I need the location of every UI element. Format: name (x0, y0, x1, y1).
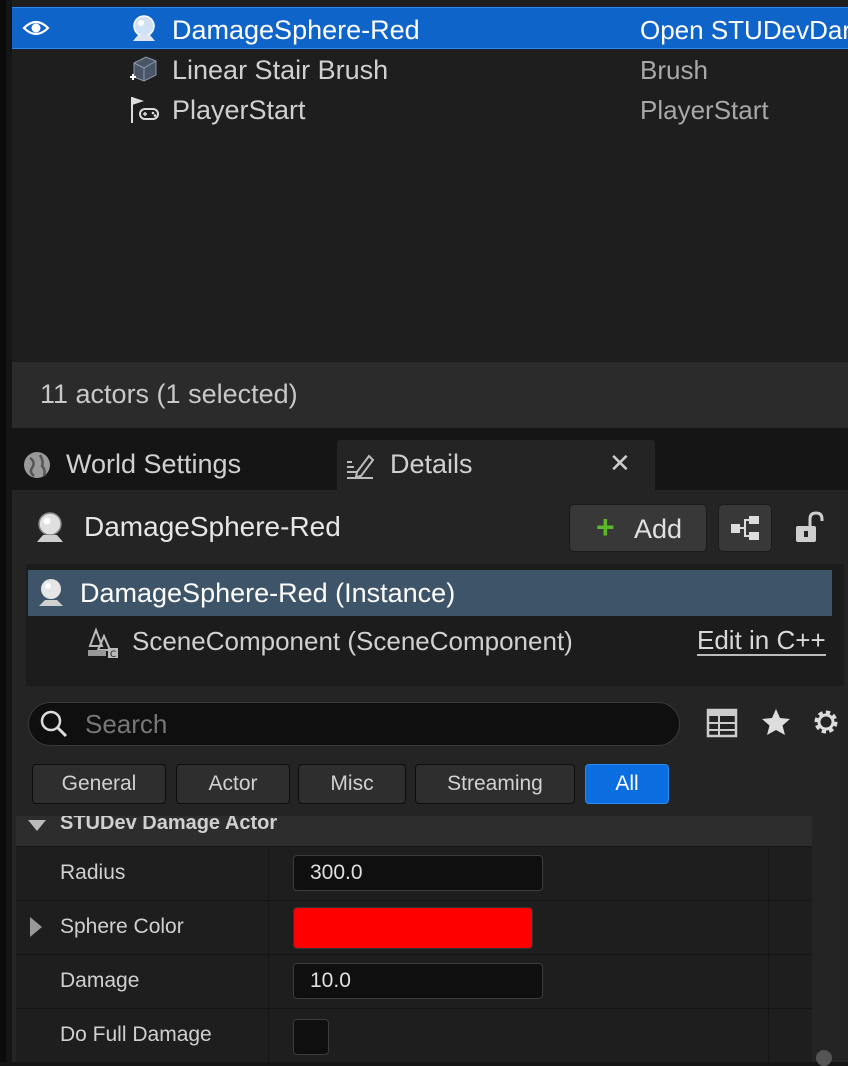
window-edge (0, 0, 6, 1062)
svg-text:C: C (110, 650, 116, 660)
add-component-button[interactable]: + Add (569, 504, 707, 552)
visibility-eye-icon[interactable] (22, 18, 50, 38)
sphere-color-swatch[interactable] (293, 907, 533, 949)
edit-in-cpp-link[interactable]: Edit in C++ (697, 626, 826, 656)
category-header[interactable]: STUDev Damage Actor (16, 816, 812, 847)
search-box[interactable] (28, 702, 680, 746)
damage-sphere-icon (133, 15, 155, 41)
outliner-row-label: Linear Stair Brush (172, 55, 389, 85)
property-row-do-full-damage: Do Full Damage (16, 1009, 812, 1062)
filter-all-button[interactable]: All (585, 764, 669, 804)
properties-list: STUDev Damage Actor Radius Sphere Color … (16, 816, 812, 1062)
search-icon (40, 710, 68, 738)
player-start-icon (131, 97, 159, 123)
property-label: Damage (60, 969, 140, 992)
damage-input[interactable] (293, 963, 543, 999)
component-tree: DamageSphere-Red (Instance) C SceneCompo… (26, 564, 844, 686)
add-button-label: Add (634, 514, 683, 544)
component-root-item[interactable]: DamageSphere-Red (Instance) (28, 570, 832, 616)
blueprint-hierarchy-icon (731, 516, 759, 540)
tab-label: World Settings (66, 449, 242, 479)
globe-icon (24, 452, 50, 478)
details-panel: DamageSphere-Red + Add DamageSphere-Red … (12, 490, 848, 1062)
blueprint-button[interactable] (718, 504, 772, 552)
unlock-icon[interactable] (790, 508, 830, 548)
details-search-row: General Actor Misc Streaming All (12, 686, 848, 816)
filter-misc-button[interactable]: Misc (298, 764, 406, 804)
component-child-label: SceneComponent (SceneComponent) (132, 626, 573, 656)
plus-icon: + (596, 509, 615, 545)
outliner-row-label: DamageSphere-Red (172, 15, 420, 45)
damage-sphere-icon (37, 512, 63, 542)
tab-details[interactable]: Details ✕ (337, 440, 655, 490)
property-label: Radius (60, 861, 126, 884)
do-full-damage-checkbox[interactable] (293, 1019, 329, 1055)
property-label: Sphere Color (60, 915, 184, 938)
filter-general-button[interactable]: General (32, 764, 166, 804)
details-scrollbar[interactable] (812, 818, 836, 1066)
outliner-row-playerstart[interactable]: PlayerStart PlayerStart (12, 88, 848, 128)
actor-count-text: 11 actors (1 selected) (40, 379, 298, 409)
edit-pencil-icon (347, 454, 375, 479)
search-input[interactable] (83, 706, 667, 742)
component-root-label: DamageSphere-Red (Instance) (80, 578, 456, 608)
property-row-sphere-color: Sphere Color (16, 901, 812, 955)
filter-streaming-button[interactable]: Streaming (415, 764, 575, 804)
world-outliner: DamageSphere-Red Open STUDevDar Linear S… (12, 0, 848, 362)
filter-actor-button[interactable]: Actor (176, 764, 290, 804)
scene-component-icon: C (88, 627, 118, 660)
close-icon[interactable]: ✕ (609, 448, 631, 479)
actor-name-title: DamageSphere-Red (84, 511, 341, 542)
scrollbar-thumb[interactable] (816, 1050, 832, 1066)
table-view-icon[interactable] (704, 702, 740, 742)
expand-arrow-icon[interactable] (30, 917, 42, 937)
outliner-row-type: PlayerStart (640, 95, 769, 125)
outliner-status-bar: 11 actors (1 selected) (12, 362, 848, 428)
outliner-row-label: PlayerStart (172, 95, 306, 125)
outliner-row-type: Open STUDevDar (640, 15, 848, 45)
collapse-arrow-icon[interactable] (28, 820, 46, 831)
actor-header: DamageSphere-Red + Add (12, 490, 848, 564)
property-row-radius: Radius (16, 847, 812, 901)
outliner-row-damagesphere-red[interactable]: DamageSphere-Red Open STUDevDar (12, 7, 848, 49)
damage-sphere-icon (39, 579, 63, 606)
outliner-row-type: Brush (640, 55, 708, 85)
tab-label: Details (390, 449, 473, 479)
category-label: STUDev Damage Actor (60, 816, 278, 834)
radius-input[interactable] (293, 855, 543, 891)
property-row-damage: Damage (16, 955, 812, 1009)
outliner-row-linear-stair-brush[interactable]: Linear Stair Brush Brush (12, 48, 848, 88)
settings-gear-icon[interactable] (808, 702, 844, 742)
favorites-star-icon[interactable] (758, 702, 794, 742)
tab-world-settings[interactable]: World Settings (12, 440, 332, 490)
component-child-item[interactable]: C SceneComponent (SceneComponent) Edit i… (28, 618, 832, 664)
property-label: Do Full Damage (60, 1023, 212, 1046)
brush-cube-icon (130, 56, 157, 82)
partial-outliner-row (12, 0, 848, 8)
